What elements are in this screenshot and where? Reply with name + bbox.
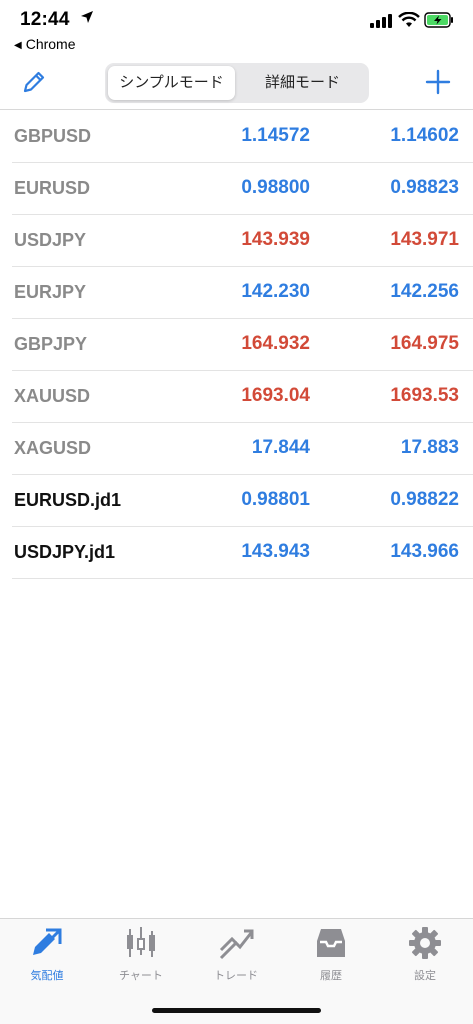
tab-trade-label: トレード: [214, 970, 258, 982]
tab-quotes-label: 気配値: [30, 970, 64, 982]
back-triangle-icon: ◀: [14, 40, 22, 51]
quotes-navbar: シンプルモード 詳細モード: [0, 56, 473, 110]
quotes-list: GBPUSD 1.14572 1.14602 EURUSD 0.98800 0.98823…: [12, 111, 473, 579]
back-app-label: Chrome: [25, 36, 76, 52]
quote-bid: 142.230: [241, 281, 310, 302]
quote-ask: 164.975: [390, 333, 459, 354]
add-symbol-icon[interactable]: [424, 68, 452, 96]
quote-symbol: USDJPY: [14, 230, 87, 250]
quote-ask: 142.256: [390, 281, 459, 302]
quote-bid: 1.14572: [241, 125, 310, 146]
quote-symbol: GBPUSD: [14, 126, 92, 146]
quote-row[interactable]: XAGUSD 17.844 17.883: [12, 423, 473, 475]
quotes-icon: [29, 925, 65, 961]
quote-bid: 143.943: [241, 541, 310, 562]
quote-bid: 17.844: [251, 437, 310, 458]
quote-symbol: EURUSD.jd1: [14, 490, 122, 510]
quote-bid: 143.939: [241, 229, 310, 250]
quote-bid: 164.932: [241, 333, 310, 354]
tab-history[interactable]: 履歴: [284, 925, 378, 987]
wifi-icon: [398, 11, 420, 33]
quote-symbol: GBPJPY: [14, 334, 88, 354]
quote-row[interactable]: EURJPY 142.230 142.256: [12, 267, 473, 319]
quote-ask: 0.98823: [390, 177, 459, 198]
cellular-signal-icon: [370, 14, 392, 33]
trade-icon: [218, 925, 254, 961]
quote-ask: 0.98822: [390, 489, 459, 510]
quote-row[interactable]: EURUSD 0.98800 0.98823: [12, 163, 473, 215]
history-tray-icon: [313, 925, 349, 961]
tab-settings[interactable]: 設定: [378, 925, 472, 987]
mode-segmented-control: シンプルモード 詳細モード: [105, 63, 369, 103]
gear-icon: [407, 925, 443, 961]
tab-quotes[interactable]: 気配値: [0, 925, 94, 987]
edit-pencil-icon[interactable]: [20, 68, 48, 96]
status-time: 12:44: [20, 9, 70, 30]
quote-ask: 1.14602: [390, 125, 459, 146]
candlestick-chart-icon: [123, 925, 159, 961]
quote-symbol: EURJPY: [14, 282, 87, 302]
quote-row[interactable]: USDJPY.jd1 143.943 143.966: [12, 527, 473, 579]
quote-symbol: XAUUSD: [14, 386, 91, 406]
quote-ask: 143.966: [390, 541, 459, 562]
battery-charging-icon: [424, 12, 454, 33]
home-indicator: [152, 1008, 321, 1013]
quote-symbol: USDJPY.jd1: [14, 542, 116, 562]
location-arrow-icon: [80, 10, 94, 29]
quote-row[interactable]: EURUSD.jd1 0.98801 0.98822: [12, 475, 473, 527]
quote-symbol: EURUSD: [14, 178, 91, 198]
status-bar: 12:44 ◀ Chrome: [0, 0, 473, 56]
quote-bid: 0.98801: [241, 489, 310, 510]
quote-ask: 17.883: [400, 437, 459, 458]
quote-row[interactable]: USDJPY 143.939 143.971: [12, 215, 473, 267]
quote-bid: 1693.04: [241, 385, 310, 406]
quote-row[interactable]: GBPUSD 1.14572 1.14602: [12, 111, 473, 163]
quote-ask: 143.971: [390, 229, 459, 250]
segment-simple-mode[interactable]: シンプルモード: [108, 66, 235, 100]
tab-chart[interactable]: チャート: [94, 925, 188, 987]
quote-row[interactable]: XAUUSD 1693.04 1693.53: [12, 371, 473, 423]
tab-settings-label: 設定: [414, 970, 436, 982]
quote-row[interactable]: GBPJPY 164.932 164.975: [12, 319, 473, 371]
segment-detail-mode[interactable]: 詳細モード: [239, 66, 366, 100]
quote-symbol: XAGUSD: [14, 438, 92, 458]
tab-chart-label: チャート: [119, 970, 163, 982]
tab-history-label: 履歴: [320, 970, 342, 982]
back-to-app-link[interactable]: ◀ Chrome: [14, 36, 76, 52]
tab-trade[interactable]: トレード: [189, 925, 283, 987]
quote-bid: 0.98800: [241, 177, 310, 198]
quote-ask: 1693.53: [390, 385, 459, 406]
